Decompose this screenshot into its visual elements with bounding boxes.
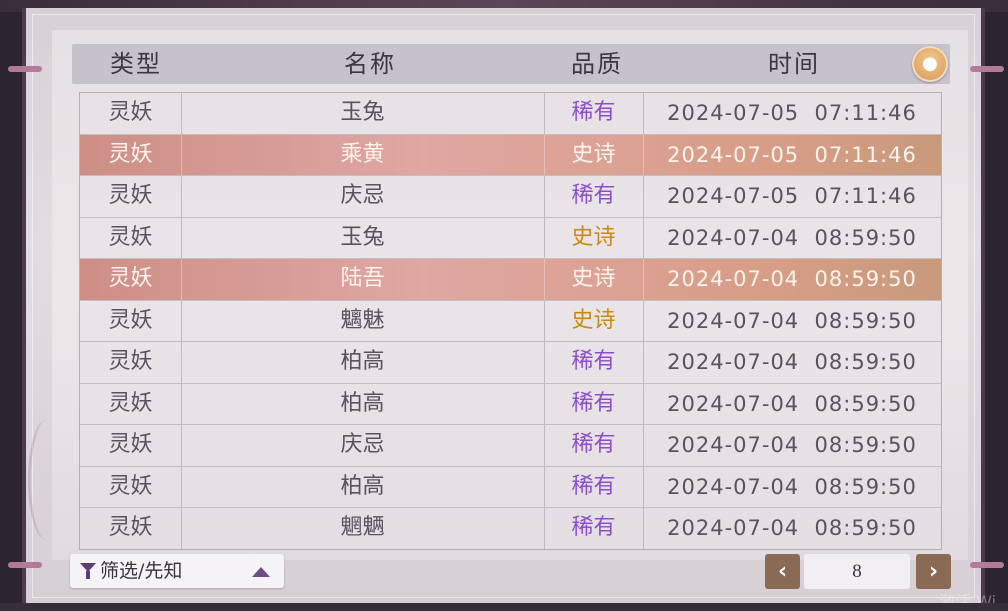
header-quality: 品质 [571,50,623,78]
cell-time: 2024-07-04 08:59:50 [643,467,941,508]
table-row: 灵妖 柏高 稀有 2024-07-04 08:59:50 [80,466,941,508]
cell-name: 乘黄 [181,134,545,175]
cell-clock-text: 07:11:46 [814,184,917,208]
cell-type: 灵妖 [80,342,182,383]
table-row: 灵妖 魑魅 史诗 2024-07-04 08:59:50 [80,300,941,342]
table-row: 灵妖 魍魉 稀有 2024-07-04 08:59:50 [80,508,941,549]
table-row: 灵妖 庆忌 稀有 2024-07-04 08:59:50 [80,425,941,467]
cell-name: 魑魅 [181,300,545,341]
cell-name: 庆忌 [181,176,545,217]
cell-date-text: 2024-07-04 [667,267,800,291]
cell-name: 柏高 [181,342,545,383]
header-time: 时间 [768,50,820,78]
cell-quality: 史诗 [544,134,644,175]
cell-quality: 史诗 [544,217,644,258]
next-page-button[interactable]: › [916,554,951,589]
cell-quality: 稀有 [544,176,644,217]
scroll-knob-right-bottom [970,562,1004,568]
cell-type: 灵妖 [80,383,182,424]
table-row: 灵妖 玉兔 史诗 2024-07-04 08:59:50 [80,217,941,259]
cell-name: 魍魉 [181,508,545,549]
cell-clock-text: 08:59:50 [814,308,917,333]
bottom-frame [0,603,1008,611]
cell-quality: 史诗 [544,300,644,341]
prev-page-button[interactable]: ‹ [765,554,800,589]
cell-quality: 稀有 [544,383,644,424]
cell-clock-text: 07:11:46 [814,101,917,125]
filter-label: 筛选/先知 [100,560,183,582]
cell-time: 2024-07-04 08:59:50 [643,218,941,259]
cell-clock-text: 08:59:50 [814,391,917,416]
cell-type: 灵妖 [80,508,182,549]
table-header: 类型 名称 品质 时间 [72,44,950,84]
cell-quality: 稀有 [544,93,644,134]
table-row-highlighted: 灵妖 陆吾 史诗 2024-07-04 08:59:50 [80,259,941,301]
cell-type: 灵妖 [80,466,182,507]
cell-type: 灵妖 [80,217,182,258]
table-row: 灵妖 玉兔 稀有 2024-07-05 07:11:46 [80,93,941,135]
page-number: 8 [804,554,910,589]
chevron-up-icon[interactable] [252,567,270,577]
cell-date-text: 2024-07-04 [667,350,800,374]
scroll-knob-left-bottom [8,562,42,568]
cell-time: 2024-07-05 07:11:46 [643,176,941,217]
cell-time: 2024-07-04 08:59:50 [643,259,941,300]
cell-clock-text: 08:59:50 [814,474,917,499]
cell-date-text: 2024-07-05 [667,184,800,208]
table-row: 灵妖 柏高 稀有 2024-07-04 08:59:50 [80,383,941,425]
table-row-highlighted: 灵妖 乘黄 史诗 2024-07-05 07:11:46 [80,134,941,176]
cell-date-text: 2024-07-04 [667,308,800,333]
cell-clock-text: 08:59:50 [814,350,917,374]
cell-time: 2024-07-05 07:11:46 [643,93,941,134]
cell-time: 2024-07-04 08:59:50 [643,425,941,466]
cell-date-text: 2024-07-04 [667,225,800,250]
cell-type: 灵妖 [80,176,182,217]
cell-clock-text: 08:59:50 [814,225,917,250]
cell-time: 2024-07-04 08:59:50 [643,508,941,549]
cell-quality: 稀有 [544,342,644,383]
cell-quality: 史诗 [544,259,644,300]
cell-name: 玉兔 [181,217,545,258]
cell-date-text: 2024-07-04 [667,474,800,499]
cell-name: 庆忌 [181,425,545,466]
cell-time: 2024-07-04 08:59:50 [643,301,941,342]
cell-date-text: 2024-07-05 [667,101,800,125]
header-type: 类型 [110,50,162,78]
cell-quality: 稀有 [544,425,644,466]
cell-clock-text: 07:11:46 [814,142,917,167]
header-name: 名称 [344,50,396,78]
cell-time: 2024-07-04 08:59:50 [643,384,941,425]
cell-date-text: 2024-07-04 [667,433,800,457]
cell-name: 柏高 [181,383,545,424]
cell-time: 2024-07-05 07:11:46 [643,135,941,176]
table-row: 灵妖 柏高 稀有 2024-07-04 08:59:50 [80,342,941,384]
cell-date-text: 2024-07-05 [667,142,800,167]
cell-name: 玉兔 [181,93,545,134]
cell-date-text: 2024-07-04 [667,516,800,540]
cell-clock-text: 08:59:50 [814,267,917,291]
cell-quality: 稀有 [544,508,644,549]
cell-name: 陆吾 [181,259,545,300]
records-table: 灵妖 玉兔 稀有 2024-07-05 07:11:46 灵妖 乘黄 史诗 20… [79,92,942,550]
cell-type: 灵妖 [80,259,182,300]
cell-clock-text: 08:59:50 [814,516,917,540]
filter-icon [80,563,96,579]
table-row: 灵妖 庆忌 稀有 2024-07-05 07:11:46 [80,176,941,218]
scroll-knob-left-top [8,66,42,72]
cell-date-text: 2024-07-04 [667,391,800,416]
cell-type: 灵妖 [80,134,182,175]
cell-quality: 稀有 [544,466,644,507]
cell-type: 灵妖 [80,300,182,341]
cell-time: 2024-07-04 08:59:50 [643,342,941,383]
cell-name: 柏高 [181,466,545,507]
scroll-knob-right-top [970,66,1004,72]
cell-type: 灵妖 [80,93,182,134]
cell-type: 灵妖 [80,425,182,466]
cell-clock-text: 08:59:50 [814,433,917,457]
lightbulb-icon[interactable]: ● [912,46,948,82]
